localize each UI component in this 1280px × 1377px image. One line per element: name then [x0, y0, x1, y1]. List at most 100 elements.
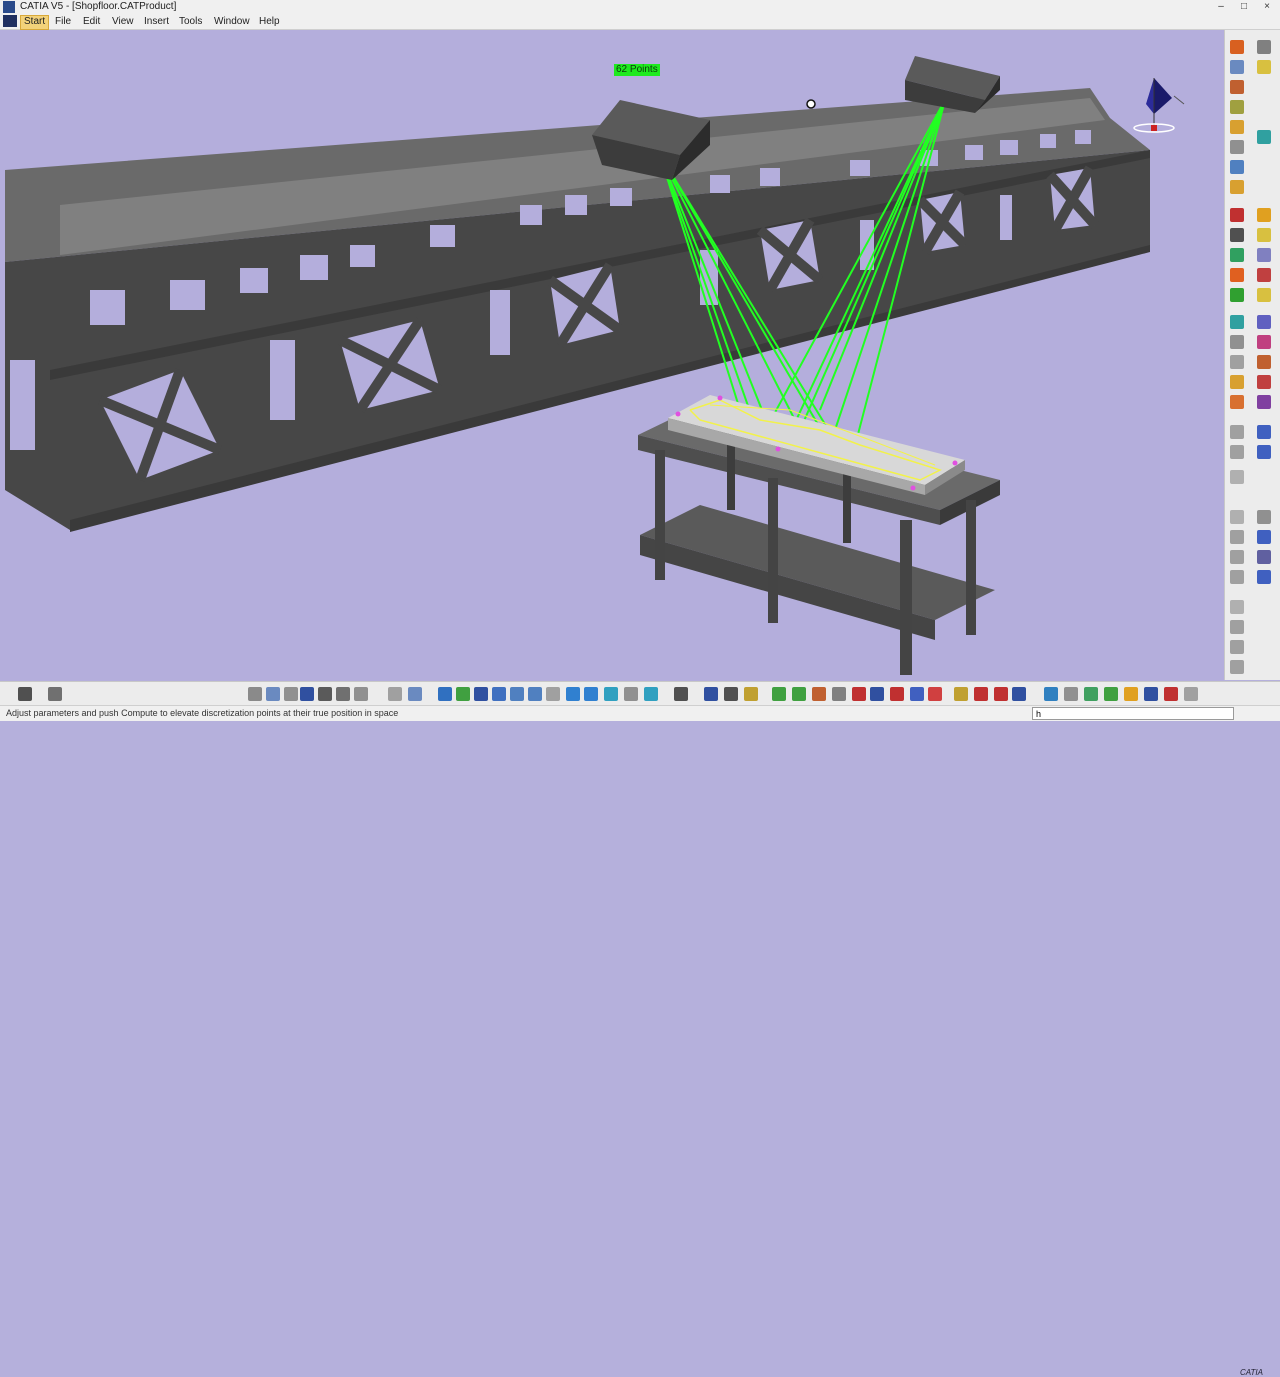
tool-icon[interactable] [1184, 687, 1198, 701]
tool-icon[interactable] [772, 687, 786, 701]
tool-icon[interactable] [1124, 687, 1138, 701]
menu-insert[interactable]: Insert [141, 15, 172, 28]
menu-help[interactable]: Help [256, 15, 283, 28]
tool-icon[interactable] [1012, 687, 1026, 701]
workbench-tool-icon[interactable] [1257, 395, 1271, 409]
tool-icon[interactable] [1104, 687, 1118, 701]
tool-icon[interactable] [928, 687, 942, 701]
tool-icon[interactable] [336, 687, 350, 701]
workbench-tool-icon[interactable] [1230, 660, 1244, 674]
workbench-tool-icon[interactable] [1230, 640, 1244, 654]
workbench-tool-icon[interactable] [1257, 375, 1271, 389]
command-input[interactable] [1032, 707, 1234, 720]
workbench-tool-icon[interactable] [1257, 228, 1271, 242]
maximize-button[interactable]: □ [1233, 0, 1255, 13]
workbench-tool-icon[interactable] [1257, 130, 1271, 144]
workbench-tool-icon[interactable] [1230, 315, 1244, 329]
tool-icon[interactable] [852, 687, 866, 701]
rotate-icon[interactable] [492, 687, 506, 701]
view-icon[interactable] [604, 687, 618, 701]
tool-icon[interactable] [266, 687, 280, 701]
view-icon[interactable] [566, 687, 580, 701]
workbench-tool-icon[interactable] [1257, 530, 1271, 544]
menu-window[interactable]: Window [211, 15, 253, 28]
workbench-tool-icon[interactable] [1230, 120, 1244, 134]
workbench-tool-icon[interactable] [1230, 620, 1244, 634]
workbench-tool-icon[interactable] [1257, 208, 1271, 222]
workbench-tool-icon[interactable] [1230, 445, 1244, 459]
menu-tools[interactable]: Tools [176, 15, 205, 28]
workbench-tool-icon[interactable] [1230, 268, 1244, 282]
workbench-tool-icon[interactable] [1257, 355, 1271, 369]
workbench-tool-icon[interactable] [1257, 60, 1271, 74]
zoom-in-icon[interactable] [510, 687, 524, 701]
3d-viewport[interactable]: 62 Points [0, 30, 1224, 681]
tool-icon[interactable] [354, 687, 368, 701]
tool-icon[interactable] [674, 687, 688, 701]
workbench-tool-icon[interactable] [1257, 268, 1271, 282]
workbench-tool-icon[interactable] [1230, 375, 1244, 389]
tool-icon[interactable] [1064, 687, 1078, 701]
workbench-tool-icon[interactable] [1257, 510, 1271, 524]
tool-icon[interactable] [954, 687, 968, 701]
workbench-tool-icon[interactable] [1230, 530, 1244, 544]
zoom-out-icon[interactable] [528, 687, 542, 701]
workbench-tool-icon[interactable] [1230, 288, 1244, 302]
catia-app-icon[interactable] [3, 1, 15, 13]
tool-icon[interactable] [890, 687, 904, 701]
tool-icon[interactable] [18, 687, 32, 701]
tool-icon[interactable] [300, 687, 314, 701]
workbench-tool-icon[interactable] [1257, 425, 1271, 439]
workbench-tool-icon[interactable] [1230, 100, 1244, 114]
tool-icon[interactable] [1084, 687, 1098, 701]
tool-icon[interactable] [870, 687, 884, 701]
workbench-tool-icon[interactable] [1230, 470, 1244, 484]
view-icon[interactable] [644, 687, 658, 701]
workbench-tool-icon[interactable] [1257, 445, 1271, 459]
minimize-button[interactable]: – [1210, 0, 1232, 13]
view-icon[interactable] [584, 687, 598, 701]
workbench-tool-icon[interactable] [1230, 80, 1244, 94]
workbench-tool-icon[interactable] [1230, 600, 1244, 614]
tool-icon[interactable] [724, 687, 738, 701]
tool-icon[interactable] [1144, 687, 1158, 701]
tool-icon[interactable] [284, 687, 298, 701]
menu-edit[interactable]: Edit [80, 15, 103, 28]
workbench-tool-icon[interactable] [1230, 180, 1244, 194]
formula-icon[interactable] [248, 687, 262, 701]
workbench-tool-icon[interactable] [1230, 425, 1244, 439]
tool-icon[interactable] [910, 687, 924, 701]
workbench-tool-icon[interactable] [1257, 315, 1271, 329]
workbench-tool-icon[interactable] [1230, 248, 1244, 262]
tool-icon[interactable] [388, 687, 402, 701]
workbench-tool-icon[interactable] [1230, 335, 1244, 349]
tool-icon[interactable] [1164, 687, 1178, 701]
workbench-tool-icon[interactable] [1230, 208, 1244, 222]
close-button[interactable]: × [1256, 0, 1278, 13]
menu-file[interactable]: File [52, 15, 74, 28]
tool-icon[interactable] [704, 687, 718, 701]
tool-icon[interactable] [792, 687, 806, 701]
tool-icon[interactable] [812, 687, 826, 701]
tool-icon[interactable] [408, 687, 422, 701]
view-icon[interactable] [624, 687, 638, 701]
workbench-tool-icon[interactable] [1230, 550, 1244, 564]
workbench-tool-icon[interactable] [1230, 140, 1244, 154]
workbench-tool-icon[interactable] [1230, 60, 1244, 74]
fly-mode-icon[interactable] [438, 687, 452, 701]
workbench-tool-icon[interactable] [1230, 228, 1244, 242]
tool-icon[interactable] [744, 687, 758, 701]
workbench-tool-icon[interactable] [1257, 248, 1271, 262]
tool-icon[interactable] [1044, 687, 1058, 701]
menu-view[interactable]: View [109, 15, 137, 28]
tool-icon[interactable] [318, 687, 332, 701]
tool-icon[interactable] [48, 687, 62, 701]
workbench-tool-icon[interactable] [1257, 40, 1271, 54]
pan-icon[interactable] [474, 687, 488, 701]
tool-icon[interactable] [994, 687, 1008, 701]
tool-icon[interactable] [974, 687, 988, 701]
workbench-tool-icon[interactable] [1230, 395, 1244, 409]
workbench-tool-icon[interactable] [1230, 40, 1244, 54]
workbench-tool-icon[interactable] [1257, 570, 1271, 584]
fit-all-icon[interactable] [456, 687, 470, 701]
